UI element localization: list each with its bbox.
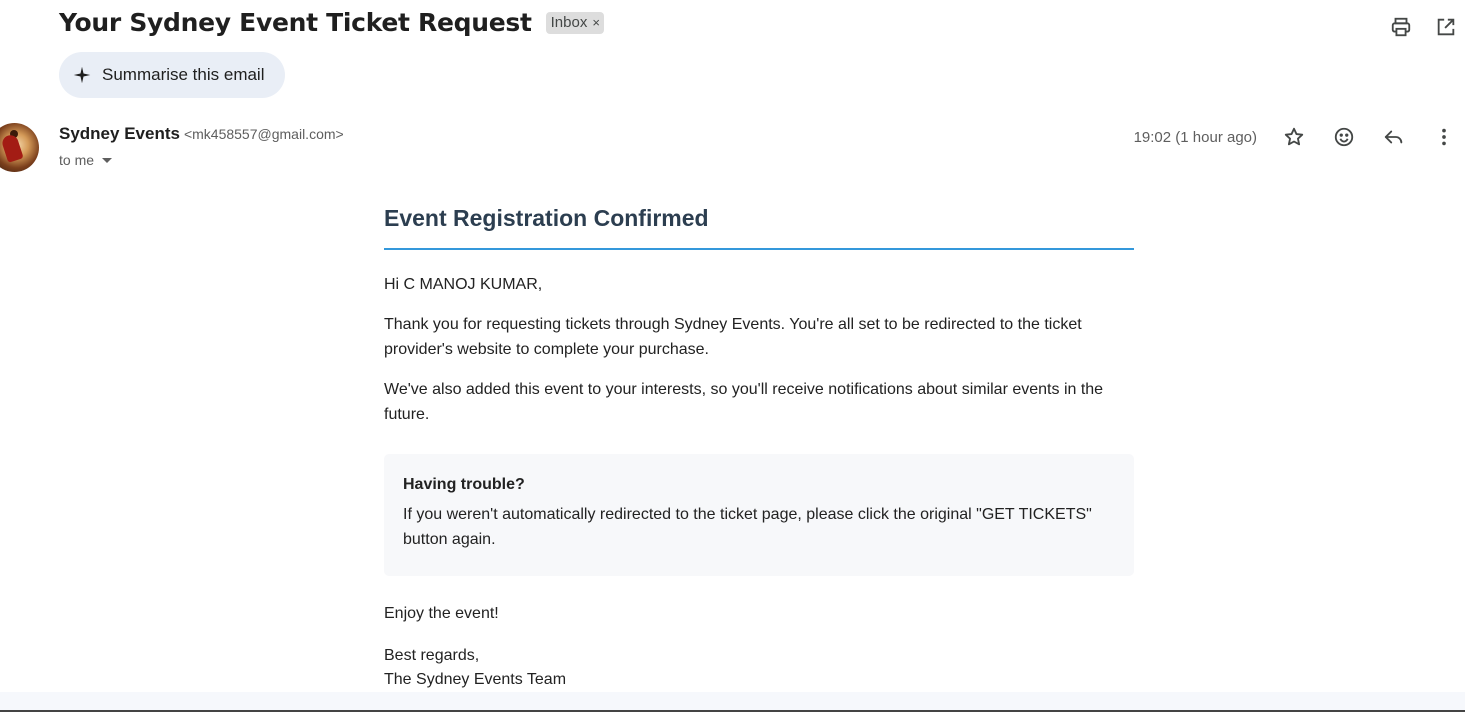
summarise-label: Summarise this email: [102, 65, 265, 84]
reply-icon[interactable]: [1381, 124, 1407, 150]
sender-email: <mk458557@gmail.com>: [183, 126, 344, 142]
avatar-figure-body: [0, 133, 24, 163]
email-closing-line: Enjoy the event!: [384, 605, 499, 622]
email-greeting: Hi C MANOJ KUMAR,: [384, 276, 543, 293]
summarise-email-button[interactable]: Summarise this email: [59, 52, 285, 98]
emoji-reaction-icon[interactable]: [1331, 124, 1357, 150]
inbox-label-chip[interactable]: Inbox ×: [545, 11, 604, 34]
email-signoff: Best regards, The Sydney Events Team: [384, 644, 1134, 692]
sender-name[interactable]: Sydney Events: [59, 124, 180, 144]
sender-block: Sydney Events <mk458557@gmail.com> to me: [59, 124, 344, 168]
sparkle-icon: [73, 66, 91, 84]
email-heading: Event Registration Confirmed: [384, 205, 1134, 250]
email-paragraph-interests: We've also added this event to your inte…: [384, 381, 1104, 423]
email-subject: Your Sydney Event Ticket Request: [59, 8, 532, 37]
trouble-notice-title: Having trouble?: [403, 476, 525, 493]
open-in-new-window-icon[interactable]: [1433, 14, 1459, 40]
sender-avatar[interactable]: [0, 123, 39, 172]
header-actions: [1388, 14, 1459, 40]
email-paragraph-redirect: Thank you for requesting tickets through…: [384, 316, 1082, 358]
email-signature: The Sydney Events Team: [384, 671, 567, 688]
more-options-icon[interactable]: [1431, 124, 1457, 150]
message-timestamp: 19:02 (1 hour ago): [1133, 128, 1257, 146]
email-regards: Best regards,: [384, 647, 480, 664]
subject-row: Your Sydney Event Ticket Request Inbox ×: [59, 8, 604, 37]
recipient-label: to me: [59, 152, 95, 168]
remove-label-icon[interactable]: ×: [592, 15, 600, 30]
message-meta: 19:02 (1 hour ago): [1134, 124, 1457, 150]
sender-line: Sydney Events <mk458557@gmail.com>: [59, 124, 344, 144]
trouble-notice-text: If you weren't automatically redirected …: [403, 506, 1092, 548]
star-icon[interactable]: [1281, 124, 1307, 150]
trouble-notice-box: Having trouble? If you weren't automatic…: [384, 454, 1134, 576]
bottom-strip: [0, 692, 1465, 712]
recipient-details-toggle[interactable]: to me: [59, 152, 344, 168]
message-actions: [1281, 124, 1457, 150]
chevron-down-icon: [102, 157, 113, 163]
inbox-label-text: Inbox: [550, 13, 588, 31]
email-content: Event Registration Confirmed Hi C MANOJ …: [384, 205, 1134, 692]
print-icon[interactable]: [1388, 14, 1414, 40]
